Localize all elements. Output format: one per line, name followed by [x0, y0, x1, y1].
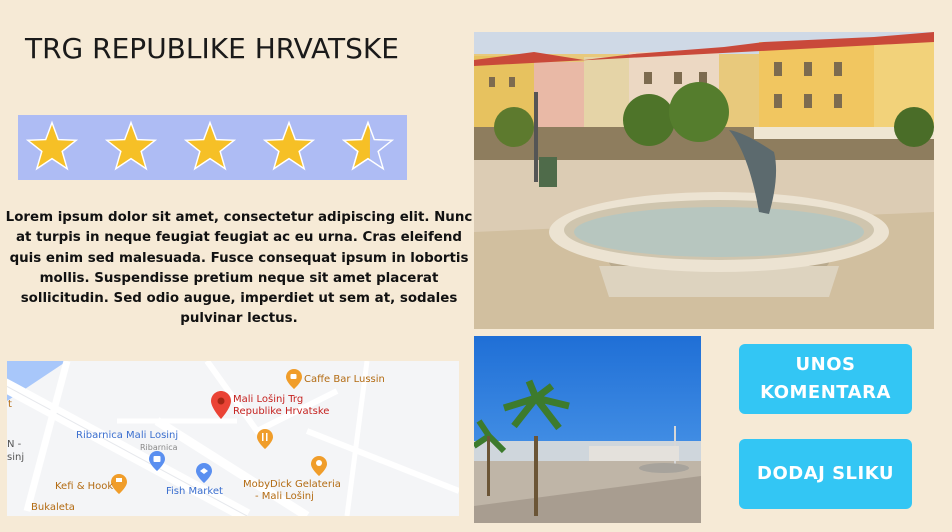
restaurant-icon[interactable] — [257, 429, 273, 449]
add-comment-button[interactable]: UNOS KOMENTARA — [739, 344, 912, 414]
cafe-icon[interactable] — [286, 369, 302, 389]
map-label-edge-t: t — [8, 399, 12, 410]
map-label-moby-1[interactable]: MobyDick Gelateria — [243, 479, 341, 491]
shopping-icon[interactable] — [149, 451, 165, 471]
fountain-square-image — [474, 32, 934, 329]
star-icon — [183, 120, 237, 171]
star-icon — [104, 120, 158, 171]
map-label-edge-n: N - — [7, 439, 22, 450]
location-map[interactable]: t N - sinj Caffe Bar Lussin Mali Lošinj … — [7, 361, 459, 516]
main-photo[interactable] — [474, 32, 934, 329]
map-label-ribarnica[interactable]: Ribarnica Mali Losinj — [76, 430, 178, 442]
map-label-pin-1[interactable]: Mali Lošinj Trg — [233, 394, 303, 406]
map-label-pin-2[interactable]: Republike Hrvatske — [233, 406, 329, 418]
map-label-edge-sinj: sinj — [7, 452, 25, 463]
add-comment-label-line2: KOMENTARA — [760, 382, 891, 403]
map-label-fish-market[interactable]: Fish Market — [166, 486, 223, 498]
ice-cream-icon[interactable] — [311, 456, 327, 476]
secondary-photo[interactable] — [474, 336, 701, 523]
map-label-bukaleta[interactable]: Bukaleta — [31, 502, 75, 514]
fish-icon[interactable] — [196, 463, 212, 483]
promenade-image — [474, 336, 701, 523]
add-photo-label: DODAJ SLIKU — [757, 463, 894, 484]
place-title: TRG REPUBLIKE HRVATSKE — [25, 32, 399, 65]
map-label-moby-2[interactable]: - Mali Lošinj — [255, 491, 314, 503]
rating-stars — [18, 115, 407, 180]
map-label-kefi[interactable]: Kefi & Hook — [55, 481, 113, 493]
star-half-icon — [341, 120, 395, 171]
add-comment-label-line1: UNOS — [795, 354, 856, 375]
star-icon — [262, 120, 316, 171]
star-icon — [25, 120, 79, 171]
map-pin-icon[interactable] — [211, 391, 231, 419]
add-photo-button[interactable]: DODAJ SLIKU — [739, 439, 912, 509]
place-description: Lorem ipsum dolor sit amet, consectetur … — [5, 210, 473, 327]
map-label-cafe[interactable]: Caffe Bar Lussin — [304, 374, 385, 386]
restaurant-icon[interactable] — [111, 474, 127, 494]
